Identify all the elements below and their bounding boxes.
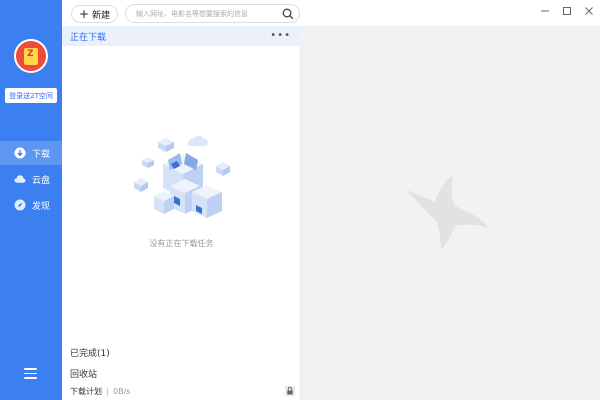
more-icon[interactable]: ••• [270, 31, 291, 41]
lock-icon[interactable] [284, 385, 296, 397]
detail-area [301, 26, 600, 400]
maximize-icon[interactable] [562, 6, 572, 16]
downloading-tab-label: 正在下载 [70, 32, 107, 43]
search-icon[interactable] [282, 8, 294, 20]
plus-icon: + [78, 7, 90, 21]
sidebar-item-label: 下载 [32, 149, 51, 160]
avatar[interactable] [14, 39, 48, 73]
completed-tab[interactable]: 已完成(1) [70, 346, 110, 359]
compass-icon [14, 199, 26, 211]
downloading-tab[interactable]: 正在下载 ••• [62, 26, 301, 46]
download-speed: 0B/s [113, 387, 131, 396]
new-task-label: 新建 [92, 10, 111, 21]
avatar-badge-icon [24, 47, 38, 65]
sidebar-item-label: 云盘 [32, 175, 51, 186]
login-button[interactable]: 登录送2T空间 [5, 88, 57, 103]
empty-boxes-illustration [134, 135, 230, 218]
recycle-bin-tab[interactable]: 回收站 [70, 367, 97, 380]
search-input[interactable] [136, 9, 276, 18]
download-plan-button[interactable]: 下载计划 [70, 386, 102, 397]
search-box [125, 4, 300, 23]
divider [107, 387, 108, 396]
download-icon [14, 147, 26, 159]
sidebar: 登录送2T空间 下载 云盘 发现 [0, 0, 62, 400]
sidebar-item-cloud[interactable]: 云盘 [0, 167, 62, 191]
top-bar: + 新建 [62, 0, 600, 26]
download-panel: 正在下载 ••• 没有正在下载任务 已完成(1) 回收站 下载计划 0B/s [62, 26, 301, 400]
window-controls [540, 6, 594, 16]
close-icon[interactable] [584, 6, 594, 16]
status-footer: 下载计划 0B/s [70, 386, 130, 397]
empty-message: 没有正在下载任务 [149, 239, 214, 248]
hamburger-icon[interactable] [24, 368, 37, 380]
sidebar-item-download[interactable]: 下载 [0, 141, 62, 165]
sidebar-item-discover[interactable]: 发现 [0, 193, 62, 217]
hummingbird-logo-icon [407, 176, 489, 250]
new-task-button[interactable]: + 新建 [71, 5, 118, 23]
minimize-icon[interactable] [540, 6, 550, 16]
cloud-icon [14, 173, 26, 185]
sidebar-item-label: 发现 [32, 201, 51, 212]
